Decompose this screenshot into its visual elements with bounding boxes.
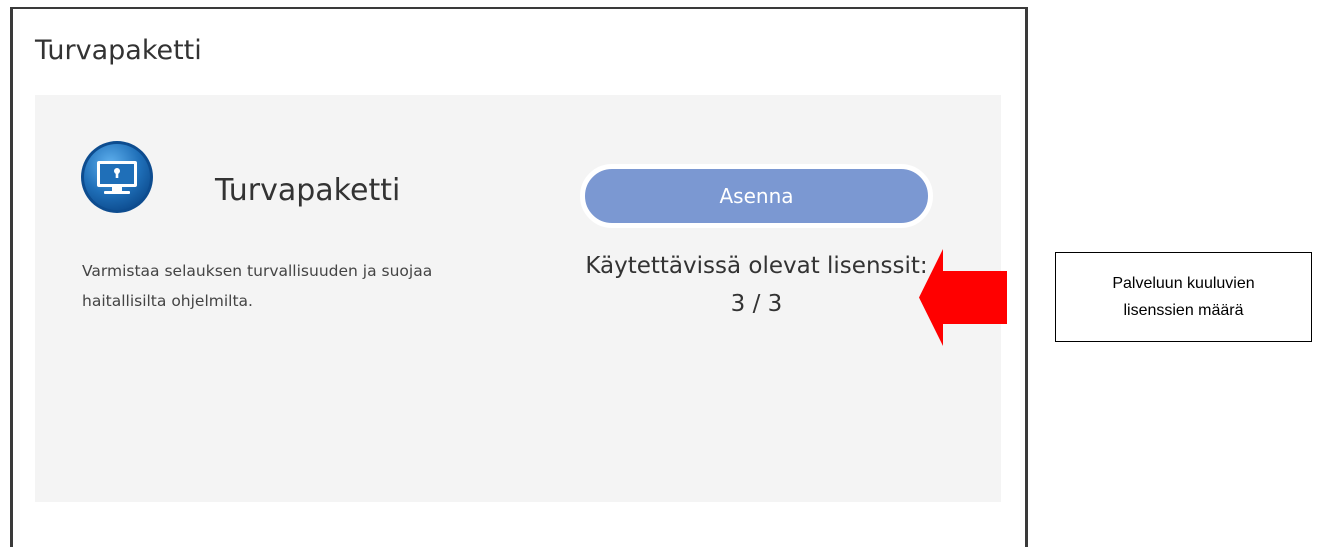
app-name: Turvapaketti [215, 173, 401, 208]
panel-title: Turvapaketti [35, 35, 202, 66]
left-arrow-icon [919, 249, 1007, 346]
security-package-panel: Turvapaketti Turvapaketti Varmistaa sela… [10, 7, 1028, 547]
install-button[interactable]: Asenna [580, 164, 933, 228]
callout-box: Palveluun kuuluvien lisenssien määrä [1055, 252, 1312, 342]
monitor-lock-icon [81, 141, 153, 213]
product-card: Turvapaketti Varmistaa selauksen turvall… [35, 95, 1001, 502]
available-licenses-text: Käytettävissä olevat lisenssit: 3 / 3 [585, 253, 928, 317]
app-description: Varmistaa selauksen turvallisuuden ja su… [82, 262, 433, 310]
